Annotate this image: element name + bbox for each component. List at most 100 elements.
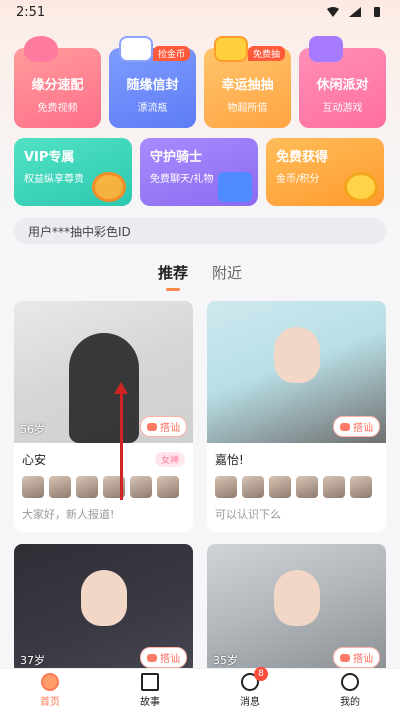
nav-label: 消息 <box>240 697 260 708</box>
thumb[interactable] <box>296 476 318 498</box>
chat-label: 搭讪 <box>353 423 373 434</box>
thumb[interactable] <box>76 476 98 498</box>
chat-icon <box>340 653 350 662</box>
feature-card-match[interactable]: 缘分速配 免费视频 <box>14 36 101 128</box>
thumb[interactable] <box>215 476 237 498</box>
secondary-cards: VIP专属 权益纵享尊贵 守护骑士 免费聊天/礼物 免费获得 金币/积分 <box>14 138 386 206</box>
feature-sub: 互动游戏 <box>322 103 363 114</box>
free-coins-card[interactable]: 免费获得 金币/积分 <box>266 138 384 206</box>
chat-label: 搭讪 <box>160 423 180 434</box>
signal-icon <box>349 7 361 17</box>
chat-up-button[interactable]: 搭讪 <box>333 647 380 668</box>
status-icons <box>326 6 384 18</box>
user-age: 56岁 <box>20 423 45 436</box>
chat-up-button[interactable]: 搭讪 <box>140 416 187 437</box>
feature-card-envelope[interactable]: 捡金币 随缘信封 漂流瓶 <box>109 36 196 128</box>
tab-nearby[interactable]: 附近 <box>212 262 242 291</box>
feature-card-party[interactable]: 休闲派对 互动游戏 <box>299 36 386 128</box>
feature-badge: 捡金币 <box>152 46 190 61</box>
thumb[interactable] <box>49 476 71 498</box>
nav-label: 首页 <box>40 697 60 708</box>
thumb[interactable] <box>157 476 179 498</box>
gift-box-icon <box>218 172 252 202</box>
feature-sub: 漂流瓶 <box>137 103 168 114</box>
user-info: 嘉怡! 可以认识下么 <box>207 443 386 532</box>
letter-icon <box>119 36 153 62</box>
battery-icon <box>374 7 380 17</box>
nav-story[interactable]: 故事 <box>120 673 180 708</box>
thumb[interactable] <box>22 476 44 498</box>
feature-title: 缘分速配 <box>31 78 84 93</box>
feature-title: 休闲派对 <box>316 78 369 93</box>
tab-recommend[interactable]: 推荐 <box>158 262 188 291</box>
feature-badge: 免费抽 <box>247 46 285 61</box>
photo-figure <box>80 570 127 626</box>
heart-icon <box>24 36 58 62</box>
name-row: 嘉怡! <box>215 451 378 468</box>
thumb[interactable] <box>130 476 152 498</box>
user-name: 嘉怡! <box>215 453 244 467</box>
cap-icon <box>92 172 126 202</box>
feed-tabs: 推荐 附近 <box>0 262 400 291</box>
user-card[interactable]: 56岁 搭讪 心安 女神 大家好，新人报道! <box>14 301 193 532</box>
nav-label: 我的 <box>340 697 360 708</box>
chat-label: 搭讪 <box>160 654 180 665</box>
clock: 2:51 <box>16 4 46 20</box>
user-age: 37岁 <box>20 654 45 667</box>
gamepad-icon <box>309 36 343 62</box>
thumb[interactable] <box>242 476 264 498</box>
user-photo[interactable]: 35岁 搭讪 <box>207 544 386 674</box>
feature-sub: 物超所值 <box>227 103 268 114</box>
user-card[interactable]: 35岁 搭讪 <box>207 544 386 674</box>
thumb[interactable] <box>269 476 291 498</box>
feature-cards: 缘分速配 免费视频 捡金币 随缘信封 漂流瓶 免费抽 幸运抽抽 物超所值 休闲派… <box>14 36 386 128</box>
feature-card-lucky-draw[interactable]: 免费抽 幸运抽抽 物超所值 <box>204 36 291 128</box>
secondary-title: VIP专属 <box>24 150 75 165</box>
user-photo[interactable]: 56岁 搭讪 <box>14 301 193 443</box>
feature-title: 随缘信封 <box>126 78 179 93</box>
bottom-nav: 首页 故事 8 消息 我的 <box>0 667 400 712</box>
chat-icon <box>340 422 350 431</box>
photo-figure <box>273 327 320 383</box>
guardian-card[interactable]: 守护骑士 免费聊天/礼物 <box>140 138 258 206</box>
secondary-title: 守护骑士 <box>150 150 203 165</box>
notice-text: 用户***抽中彩色ID <box>28 225 131 239</box>
nav-label: 故事 <box>140 697 160 708</box>
nav-messages[interactable]: 8 消息 <box>220 667 280 708</box>
nav-me[interactable]: 我的 <box>320 673 380 708</box>
user-photo[interactable]: 搭讪 <box>207 301 386 443</box>
name-row: 心安 女神 <box>22 451 185 468</box>
profile-icon <box>341 673 359 691</box>
photo-thumbs <box>215 476 378 498</box>
chat-up-button[interactable]: 搭讪 <box>140 647 187 668</box>
photo-figure <box>273 570 320 626</box>
coin-icon <box>344 172 378 202</box>
feature-sub: 免费视频 <box>37 103 78 114</box>
user-photo[interactable]: 37岁 搭讪 <box>14 544 193 674</box>
unread-badge: 8 <box>254 667 268 681</box>
user-desc: 可以认识下么 <box>215 508 281 521</box>
user-grid: 56岁 搭讪 心安 女神 大家好，新人报道! 搭讪 嘉怡! 可以认识下么 37岁… <box>14 301 386 674</box>
home-icon <box>41 673 59 691</box>
user-card[interactable]: 搭讪 嘉怡! 可以认识下么 <box>207 301 386 532</box>
notice-bar: 用户***抽中彩色ID <box>14 218 386 244</box>
user-card[interactable]: 37岁 搭讪 <box>14 544 193 674</box>
thumb[interactable] <box>350 476 372 498</box>
user-info: 心安 女神 大家好，新人报道! <box>14 443 193 532</box>
photo-figure <box>68 333 139 443</box>
status-bar: 2:51 <box>0 0 400 24</box>
gift-icon <box>214 36 248 62</box>
secondary-title: 免费获得 <box>276 150 329 165</box>
wifi-icon <box>327 7 339 17</box>
user-name: 心安 <box>22 453 47 467</box>
thumb[interactable] <box>323 476 345 498</box>
chat-label: 搭讪 <box>353 654 373 665</box>
book-icon <box>141 673 159 691</box>
vip-card[interactable]: VIP专属 权益纵享尊贵 <box>14 138 132 206</box>
user-age: 35岁 <box>213 654 238 667</box>
swipe-up-arrow <box>114 382 128 500</box>
chat-icon <box>147 422 157 431</box>
user-desc: 大家好，新人报道! <box>22 508 115 521</box>
chat-up-button[interactable]: 搭讪 <box>333 416 380 437</box>
nav-home[interactable]: 首页 <box>20 673 80 708</box>
